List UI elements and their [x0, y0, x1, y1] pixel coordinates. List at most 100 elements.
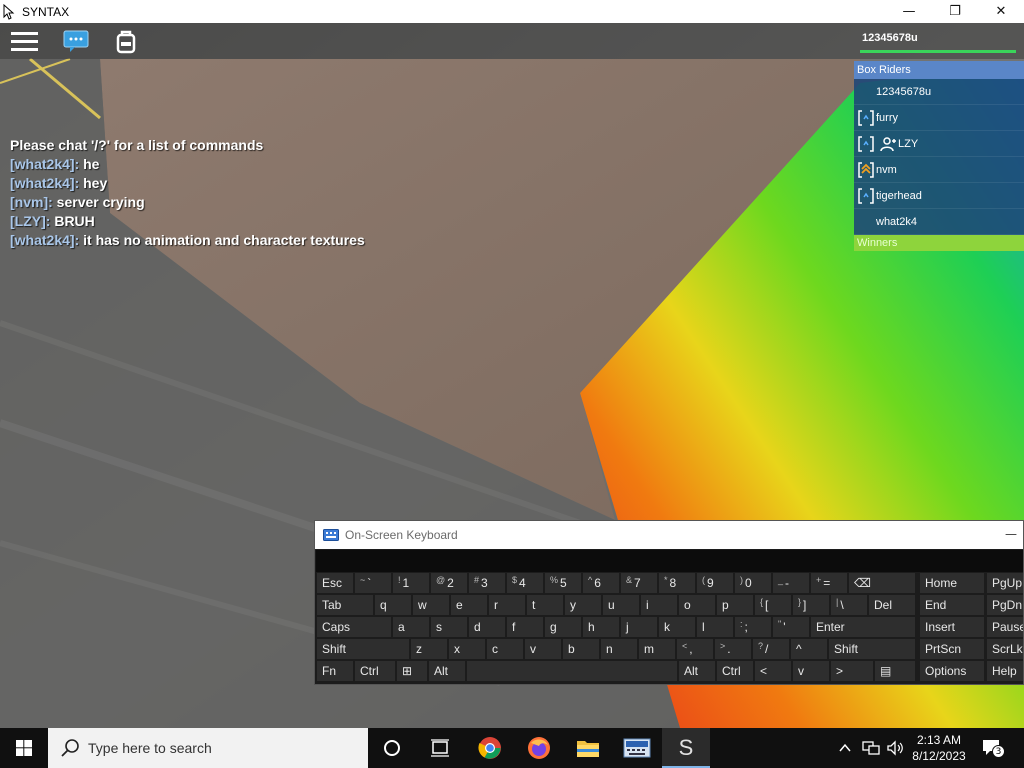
- key-symbol[interactable]: <,: [677, 639, 713, 659]
- key-symbol[interactable]: ▤: [875, 661, 915, 681]
- backpack-icon[interactable]: [112, 27, 140, 55]
- key-shift[interactable]: Shift: [317, 639, 409, 659]
- key-4[interactable]: $4: [507, 573, 543, 593]
- key-ctrl[interactable]: Ctrl: [717, 661, 753, 681]
- key-caps[interactable]: Caps: [317, 617, 391, 637]
- chat-speaker[interactable]: [what2k4]:: [10, 232, 79, 248]
- key-c[interactable]: c: [487, 639, 523, 659]
- taskbar-syntax[interactable]: S: [662, 728, 710, 768]
- key-v[interactable]: v: [793, 661, 829, 681]
- key-space[interactable]: [467, 661, 677, 681]
- key-pause[interactable]: Pause: [987, 617, 1023, 637]
- key-symbol[interactable]: ^: [791, 639, 827, 659]
- chat-speaker[interactable]: [what2k4]:: [10, 156, 79, 172]
- key-0[interactable]: ) 0: [735, 573, 771, 593]
- key-z[interactable]: z: [411, 639, 447, 659]
- key-y[interactable]: y: [565, 595, 601, 615]
- taskbar-firefox[interactable]: [515, 728, 563, 768]
- key-home[interactable]: Home: [920, 573, 984, 593]
- key-b[interactable]: b: [563, 639, 599, 659]
- key-esc[interactable]: Esc: [317, 573, 353, 593]
- chat-speaker[interactable]: [nvm]:: [10, 194, 53, 210]
- chat-speaker[interactable]: [LZY]:: [10, 213, 50, 229]
- key-fn[interactable]: Fn: [317, 661, 353, 681]
- leaderboard-row[interactable]: what2k4: [854, 209, 1024, 235]
- taskbar-file-explorer[interactable]: [564, 728, 612, 768]
- key-x[interactable]: x: [449, 639, 485, 659]
- hamburger-menu-icon[interactable]: [10, 27, 38, 55]
- close-button[interactable]: ✕: [978, 0, 1024, 23]
- key-n[interactable]: n: [601, 639, 637, 659]
- chat-speaker[interactable]: [what2k4]:: [10, 175, 79, 191]
- leaderboard-row[interactable]: nvm: [854, 157, 1024, 183]
- leaderboard-row[interactable]: tigerhead: [854, 183, 1024, 209]
- osk-minimize-button[interactable]: —: [1005, 527, 1017, 541]
- key-symbol[interactable]: ⌫: [849, 573, 915, 593]
- key-pgup[interactable]: PgUp: [987, 573, 1023, 593]
- taskbar-osk[interactable]: [613, 728, 661, 768]
- action-center-button[interactable]: 3: [982, 738, 1005, 758]
- key-symbol[interactable]: ~ `: [355, 573, 391, 593]
- key-5[interactable]: % 5: [545, 573, 581, 593]
- key-p[interactable]: p: [717, 595, 753, 615]
- key-r[interactable]: r: [489, 595, 525, 615]
- key-scrlk[interactable]: ScrLk: [987, 639, 1023, 659]
- key-h[interactable]: h: [583, 617, 619, 637]
- key-w[interactable]: w: [413, 595, 449, 615]
- key-symbol[interactable]: _ -: [773, 573, 809, 593]
- key-symbol[interactable]: }]: [793, 595, 829, 615]
- key-2[interactable]: @2: [431, 573, 467, 593]
- key-8[interactable]: * 8: [659, 573, 695, 593]
- key-1[interactable]: ! 1: [393, 573, 429, 593]
- key-j[interactable]: j: [621, 617, 657, 637]
- key-symbol[interactable]: ⊞: [397, 661, 427, 681]
- start-button[interactable]: [0, 728, 48, 768]
- key-s[interactable]: s: [431, 617, 467, 637]
- key-symbol[interactable]: ? /: [753, 639, 789, 659]
- key-symbol[interactable]: >.: [715, 639, 751, 659]
- restore-button[interactable]: ❐: [932, 0, 978, 23]
- key-a[interactable]: a: [393, 617, 429, 637]
- key-t[interactable]: t: [527, 595, 563, 615]
- key-e[interactable]: e: [451, 595, 487, 615]
- key-3[interactable]: #3: [469, 573, 505, 593]
- key-9[interactable]: (9: [697, 573, 733, 593]
- key-q[interactable]: q: [375, 595, 411, 615]
- key-shift[interactable]: Shift: [829, 639, 915, 659]
- minimize-button[interactable]: —: [886, 0, 932, 23]
- key-alt[interactable]: Alt: [679, 661, 715, 681]
- key-del[interactable]: Del: [869, 595, 915, 615]
- volume-icon[interactable]: [886, 740, 904, 756]
- key-6[interactable]: ^ 6: [583, 573, 619, 593]
- network-icon[interactable]: [862, 740, 880, 756]
- key-options[interactable]: Options: [920, 661, 984, 681]
- cortana-button[interactable]: [368, 728, 416, 768]
- leaderboard-row[interactable]: 12345678u: [854, 79, 1024, 105]
- key-v[interactable]: v: [525, 639, 561, 659]
- key-k[interactable]: k: [659, 617, 695, 637]
- key-enter[interactable]: Enter: [811, 617, 915, 637]
- key-pgdn[interactable]: PgDn: [987, 595, 1023, 615]
- key-symbol[interactable]: :;: [735, 617, 771, 637]
- key-ctrl[interactable]: Ctrl: [355, 661, 395, 681]
- key-symbol[interactable]: <: [755, 661, 791, 681]
- taskbar-search-box[interactable]: Type here to search: [48, 728, 368, 768]
- key-u[interactable]: u: [603, 595, 639, 615]
- task-view-button[interactable]: [416, 728, 464, 768]
- key-l[interactable]: l: [697, 617, 733, 637]
- chat-icon[interactable]: [62, 27, 90, 55]
- key-d[interactable]: d: [469, 617, 505, 637]
- key-f[interactable]: f: [507, 617, 543, 637]
- key-g[interactable]: g: [545, 617, 581, 637]
- chevron-up-icon[interactable]: [838, 741, 852, 755]
- key-symbol[interactable]: + =: [811, 573, 847, 593]
- key-i[interactable]: i: [641, 595, 677, 615]
- key-m[interactable]: m: [639, 639, 675, 659]
- leaderboard-row[interactable]: furry: [854, 105, 1024, 131]
- key-end[interactable]: End: [920, 595, 984, 615]
- key-prtscn[interactable]: PrtScn: [920, 639, 984, 659]
- key-symbol[interactable]: >: [831, 661, 873, 681]
- key-insert[interactable]: Insert: [920, 617, 984, 637]
- taskbar-chrome[interactable]: [466, 728, 514, 768]
- key-7[interactable]: & 7: [621, 573, 657, 593]
